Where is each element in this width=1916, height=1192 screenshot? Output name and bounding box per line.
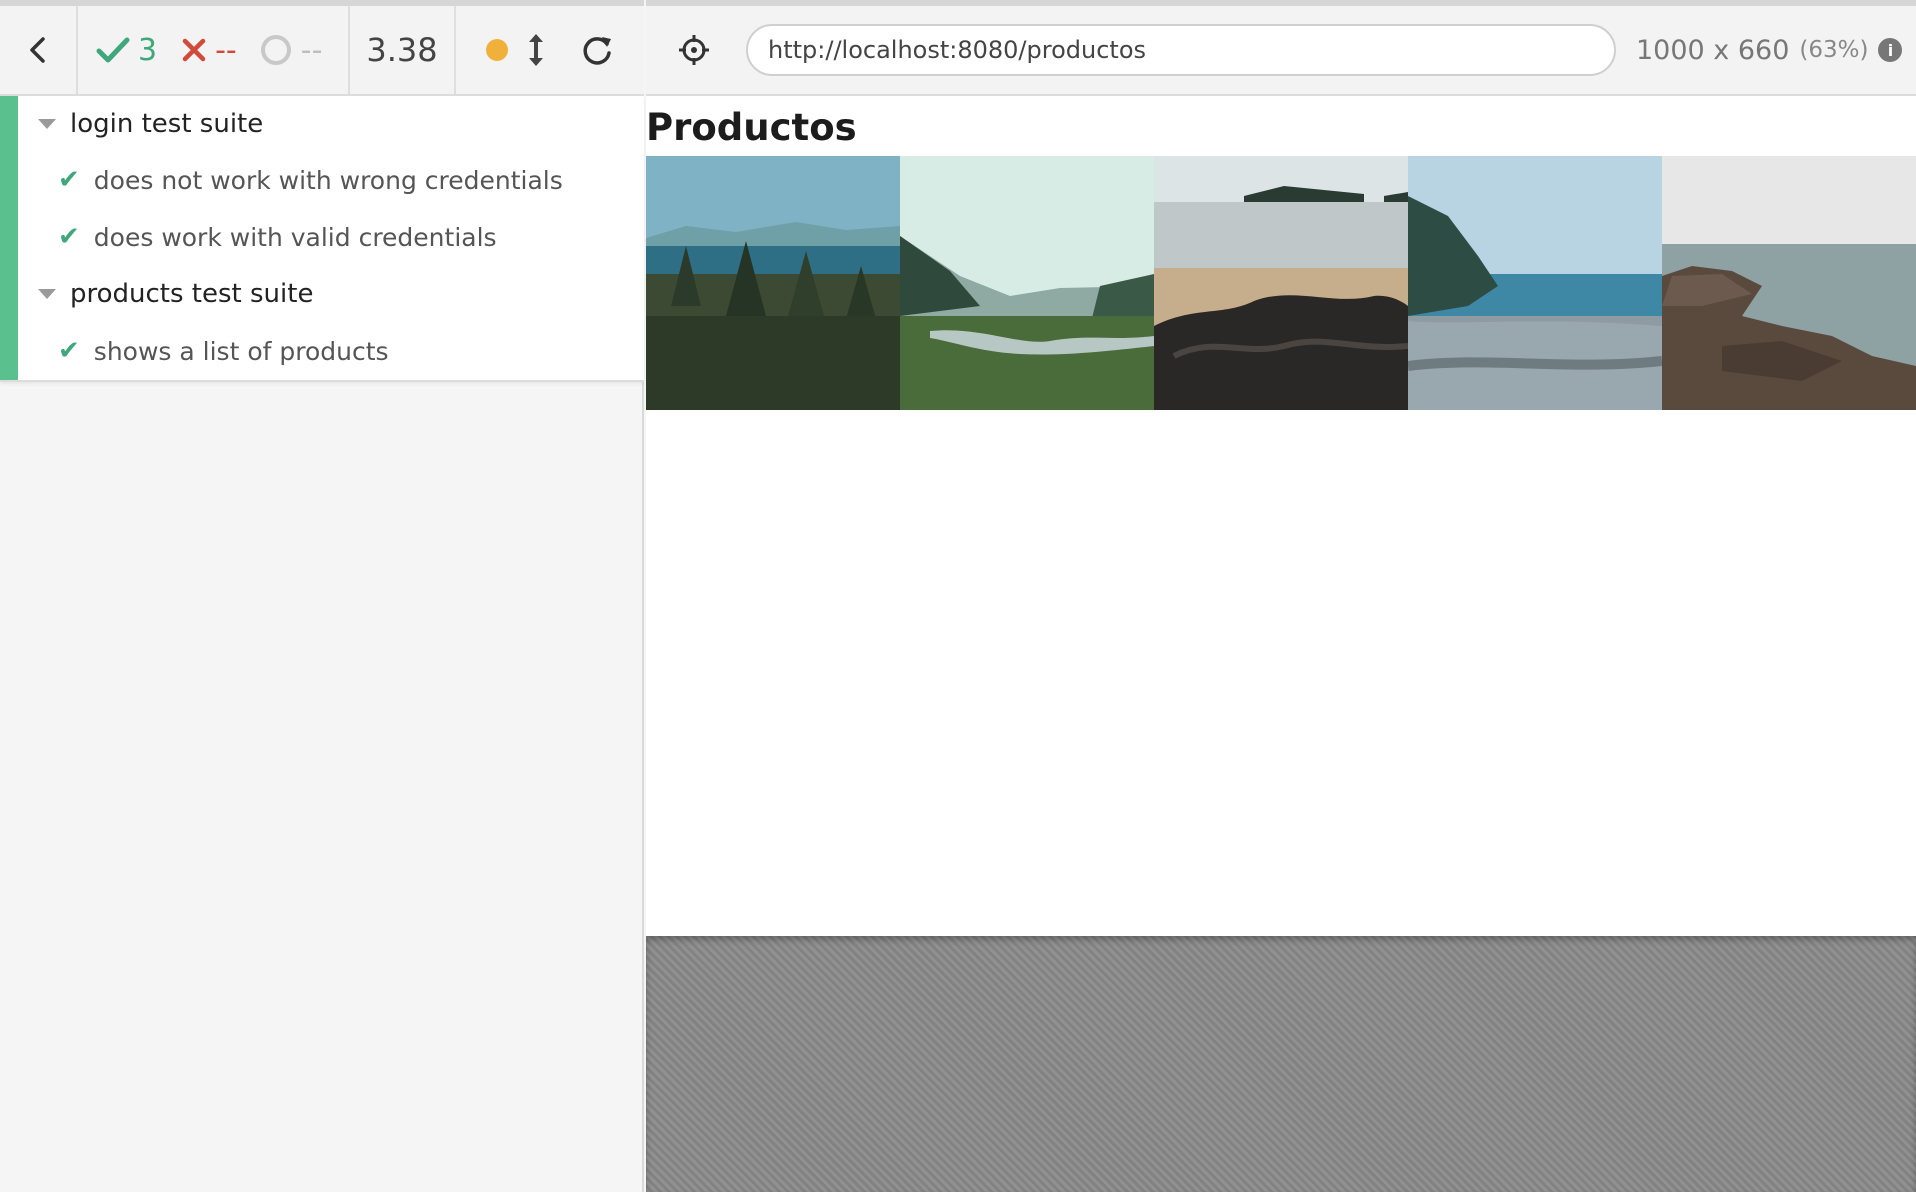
info-icon[interactable]: i bbox=[1878, 38, 1903, 62]
rocky-coast-photo[interactable] bbox=[1662, 156, 1916, 410]
viewport-info: 1000 x 660 (63%) i bbox=[1636, 34, 1903, 66]
page-heading: Productos bbox=[646, 106, 857, 149]
duration-value: 3.38 bbox=[366, 31, 438, 69]
failed-count[interactable]: -- bbox=[181, 33, 237, 68]
pending-count-value: -- bbox=[300, 32, 323, 68]
crosshair-icon bbox=[679, 35, 709, 65]
url-text: http://localhost:8080/productos bbox=[768, 36, 1146, 64]
check-icon: ✔ bbox=[58, 222, 80, 252]
product-gallery bbox=[646, 156, 1916, 410]
passed-count-value: 3 bbox=[138, 32, 158, 68]
test-item[interactable]: ✔ does not work with wrong credentials bbox=[58, 152, 563, 208]
beach-rocks-photo[interactable] bbox=[1154, 156, 1408, 410]
suite-title: products test suite bbox=[70, 279, 314, 309]
pebble-shore-photo[interactable] bbox=[1408, 156, 1662, 410]
aut-header: http://localhost:8080/productos 1000 x 6… bbox=[646, 0, 1916, 96]
url-bar[interactable]: http://localhost:8080/productos bbox=[746, 24, 1616, 76]
failed-count-value: -- bbox=[215, 32, 237, 68]
river-meadow-photo[interactable] bbox=[900, 156, 1154, 410]
pending-count[interactable]: -- bbox=[260, 32, 323, 68]
check-icon bbox=[96, 37, 130, 63]
caret-down-icon bbox=[38, 289, 56, 299]
stats-group: 3 -- -- bbox=[78, 6, 350, 94]
suite-title: login test suite bbox=[70, 109, 264, 139]
test-title: shows a list of products bbox=[93, 336, 389, 366]
aut-panel: http://localhost:8080/productos 1000 x 6… bbox=[646, 0, 1916, 1192]
selector-playground-button[interactable] bbox=[646, 6, 742, 94]
chevron-left-icon bbox=[30, 37, 45, 63]
test-item[interactable]: ✔ shows a list of products bbox=[58, 323, 389, 379]
status-stripe bbox=[0, 96, 18, 380]
cypress-runner: 3 -- -- 3.38 login test suite ✔ does not… bbox=[0, 0, 1916, 1192]
test-title: does work with valid credentials bbox=[93, 222, 497, 252]
app-under-test-frame: Productos bbox=[646, 96, 1916, 936]
viewport-background bbox=[646, 936, 1916, 1192]
reporter-panel: 3 -- -- 3.38 login test suite ✔ does not… bbox=[0, 0, 644, 1192]
forest-lake-photo[interactable] bbox=[646, 156, 900, 410]
runner-controls bbox=[456, 6, 644, 94]
reload-icon[interactable] bbox=[580, 33, 614, 67]
viewport-size: 1000 x 660 bbox=[1636, 34, 1790, 66]
duration-display: 3.38 bbox=[350, 6, 456, 94]
reporter-header: 3 -- -- 3.38 bbox=[0, 0, 644, 96]
pending-ring-icon bbox=[260, 35, 291, 65]
check-icon: ✔ bbox=[58, 336, 80, 366]
suite-products[interactable]: products test suite bbox=[38, 266, 313, 322]
x-icon bbox=[182, 38, 206, 62]
suite-login[interactable]: login test suite bbox=[38, 96, 263, 152]
up-down-arrow-icon[interactable] bbox=[526, 32, 546, 68]
test-list: login test suite ✔ does not work with wr… bbox=[0, 96, 644, 382]
viewport-scale: (63%) bbox=[1799, 37, 1869, 63]
running-status-dot-icon bbox=[486, 39, 508, 61]
test-title: does not work with wrong credentials bbox=[93, 165, 563, 195]
caret-down-icon bbox=[38, 119, 56, 129]
passed-count[interactable]: 3 bbox=[96, 33, 157, 68]
test-item[interactable]: ✔ does work with valid credentials bbox=[58, 209, 497, 265]
back-button[interactable] bbox=[0, 6, 78, 94]
check-icon: ✔ bbox=[58, 165, 80, 195]
